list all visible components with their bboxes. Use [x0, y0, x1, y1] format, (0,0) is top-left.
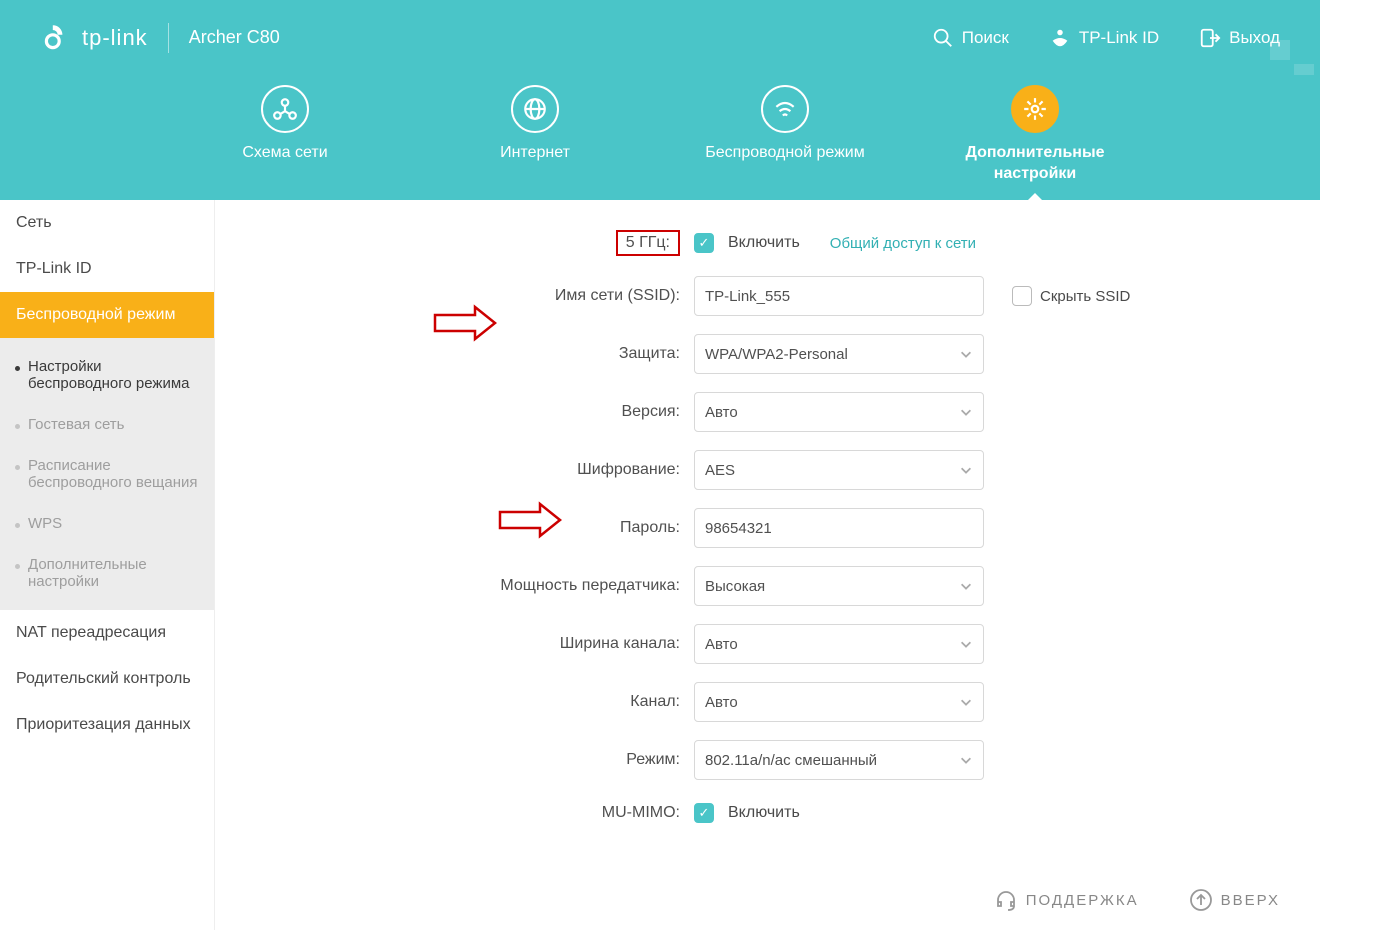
- annotation-arrow-password: [495, 500, 565, 544]
- tab-advanced[interactable]: Дополнительные настройки: [950, 75, 1120, 185]
- sidebar-item-qos[interactable]: Приоритезация данных: [0, 702, 214, 748]
- body: Сеть TP-Link ID Беспроводной режим Настр…: [0, 200, 1320, 930]
- search-button[interactable]: Поиск: [932, 27, 1009, 49]
- band-label: 5 ГГц:: [616, 230, 680, 256]
- chevron-down-icon: [959, 753, 973, 767]
- top-label: ВВЕРХ: [1221, 892, 1280, 909]
- enable-label: Включить: [728, 234, 800, 252]
- sidebar-item-network[interactable]: Сеть: [0, 200, 214, 246]
- tplink-id-button[interactable]: TP-Link ID: [1049, 27, 1159, 49]
- wifi-icon: [772, 96, 798, 122]
- tabbar: Схема сети Интернет Беспроводной режим Д…: [0, 75, 1320, 200]
- header: tp-link Archer C80 Поиск TP-Link ID Выхо…: [0, 0, 1320, 75]
- mumimo-checkbox[interactable]: ✓: [694, 803, 714, 823]
- sidebar-sub-advanced[interactable]: Дополнительные настройки: [0, 544, 214, 602]
- password-input[interactable]: [694, 508, 984, 548]
- chevron-down-icon: [959, 347, 973, 361]
- sidebar-sub-guest[interactable]: Гостевая сеть: [0, 404, 214, 445]
- tab-network-map[interactable]: Схема сети: [200, 75, 370, 164]
- sidebar-sub-wps[interactable]: WPS: [0, 503, 214, 544]
- txpower-label: Мощность передатчика:: [360, 577, 680, 595]
- annotation-arrow-ssid: [430, 303, 500, 347]
- headset-icon: [994, 888, 1018, 912]
- arrow-up-icon: [1189, 888, 1213, 912]
- tab-label: Интернет: [500, 143, 570, 164]
- security-value: WPA/WPA2-Personal: [705, 346, 848, 363]
- txpower-select[interactable]: Высокая: [694, 566, 984, 606]
- logo: tp-link: [40, 22, 148, 54]
- mode-select[interactable]: 802.11a/n/ac смешанный: [694, 740, 984, 780]
- chwidth-label: Ширина канала:: [360, 635, 680, 653]
- sidebar-sub-wireless-settings[interactable]: Настройки беспроводного режима: [0, 346, 214, 404]
- encryption-label: Шифрование:: [360, 461, 680, 479]
- map-icon: [272, 96, 298, 122]
- sidebar-sub-schedule[interactable]: Расписание беспроводного вещания: [0, 445, 214, 503]
- channel-value: Авто: [705, 694, 738, 711]
- ssid-label: Имя сети (SSID):: [360, 287, 680, 305]
- hide-ssid-checkbox[interactable]: [1012, 286, 1032, 306]
- gear-icon: [1022, 96, 1048, 122]
- channel-label: Канал:: [360, 693, 680, 711]
- security-label: Защита:: [360, 345, 680, 363]
- support-label: ПОДДЕРЖКА: [1026, 892, 1139, 909]
- channel-select[interactable]: Авто: [694, 682, 984, 722]
- top-button[interactable]: ВВЕРХ: [1189, 888, 1280, 912]
- tab-label: Беспроводной режим: [705, 143, 864, 164]
- chevron-down-icon: [959, 405, 973, 419]
- logout-icon: [1199, 27, 1221, 49]
- version-select[interactable]: Авто: [694, 392, 984, 432]
- chevron-down-icon: [959, 579, 973, 593]
- chevron-down-icon: [959, 695, 973, 709]
- tab-wireless[interactable]: Беспроводной режим: [700, 75, 870, 164]
- tplink-id-label: TP-Link ID: [1079, 28, 1159, 48]
- mumimo-text: Включить: [728, 804, 800, 822]
- content: 5 ГГц: ✓ Включить Общий доступ к сети Им…: [215, 200, 1320, 930]
- txpower-value: Высокая: [705, 578, 765, 595]
- tab-internet[interactable]: Интернет: [450, 75, 620, 164]
- brand-text: tp-link: [82, 25, 148, 51]
- search-label: Поиск: [962, 28, 1009, 48]
- enable-checkbox[interactable]: ✓: [694, 233, 714, 253]
- version-label: Версия:: [360, 403, 680, 421]
- mumimo-label: MU-MIMO:: [360, 804, 680, 822]
- footer: ПОДДЕРЖКА ВВЕРХ: [994, 888, 1280, 912]
- model-name: Archer C80: [189, 27, 280, 48]
- sidebar-item-wireless[interactable]: Беспроводной режим: [0, 292, 214, 338]
- share-network-link[interactable]: Общий доступ к сети: [830, 235, 976, 252]
- tab-label: Дополнительные настройки: [950, 143, 1120, 185]
- sidebar-item-parental[interactable]: Родительский контроль: [0, 656, 214, 702]
- security-select[interactable]: WPA/WPA2-Personal: [694, 334, 984, 374]
- tplink-logo-icon: [40, 22, 72, 54]
- support-button[interactable]: ПОДДЕРЖКА: [994, 888, 1139, 912]
- search-icon: [932, 27, 954, 49]
- chevron-down-icon: [959, 463, 973, 477]
- user-icon: [1049, 27, 1071, 49]
- version-value: Авто: [705, 404, 738, 421]
- globe-icon: [522, 96, 548, 122]
- tab-label: Схема сети: [242, 143, 327, 164]
- sidebar-item-nat[interactable]: NAT переадресация: [0, 610, 214, 656]
- sidebar-item-tpid[interactable]: TP-Link ID: [0, 246, 214, 292]
- chevron-down-icon: [959, 637, 973, 651]
- hide-ssid-label: Скрыть SSID: [1040, 288, 1130, 305]
- mode-label: Режим:: [360, 751, 680, 769]
- sidebar: Сеть TP-Link ID Беспроводной режим Настр…: [0, 200, 215, 930]
- sidebar-submenu: Настройки беспроводного режима Гостевая …: [0, 338, 214, 610]
- chwidth-value: Авто: [705, 636, 738, 653]
- mode-value: 802.11a/n/ac смешанный: [705, 752, 877, 769]
- encryption-value: AES: [705, 462, 735, 479]
- chwidth-select[interactable]: Авто: [694, 624, 984, 664]
- encryption-select[interactable]: AES: [694, 450, 984, 490]
- header-divider: [168, 23, 169, 53]
- ssid-input[interactable]: [694, 276, 984, 316]
